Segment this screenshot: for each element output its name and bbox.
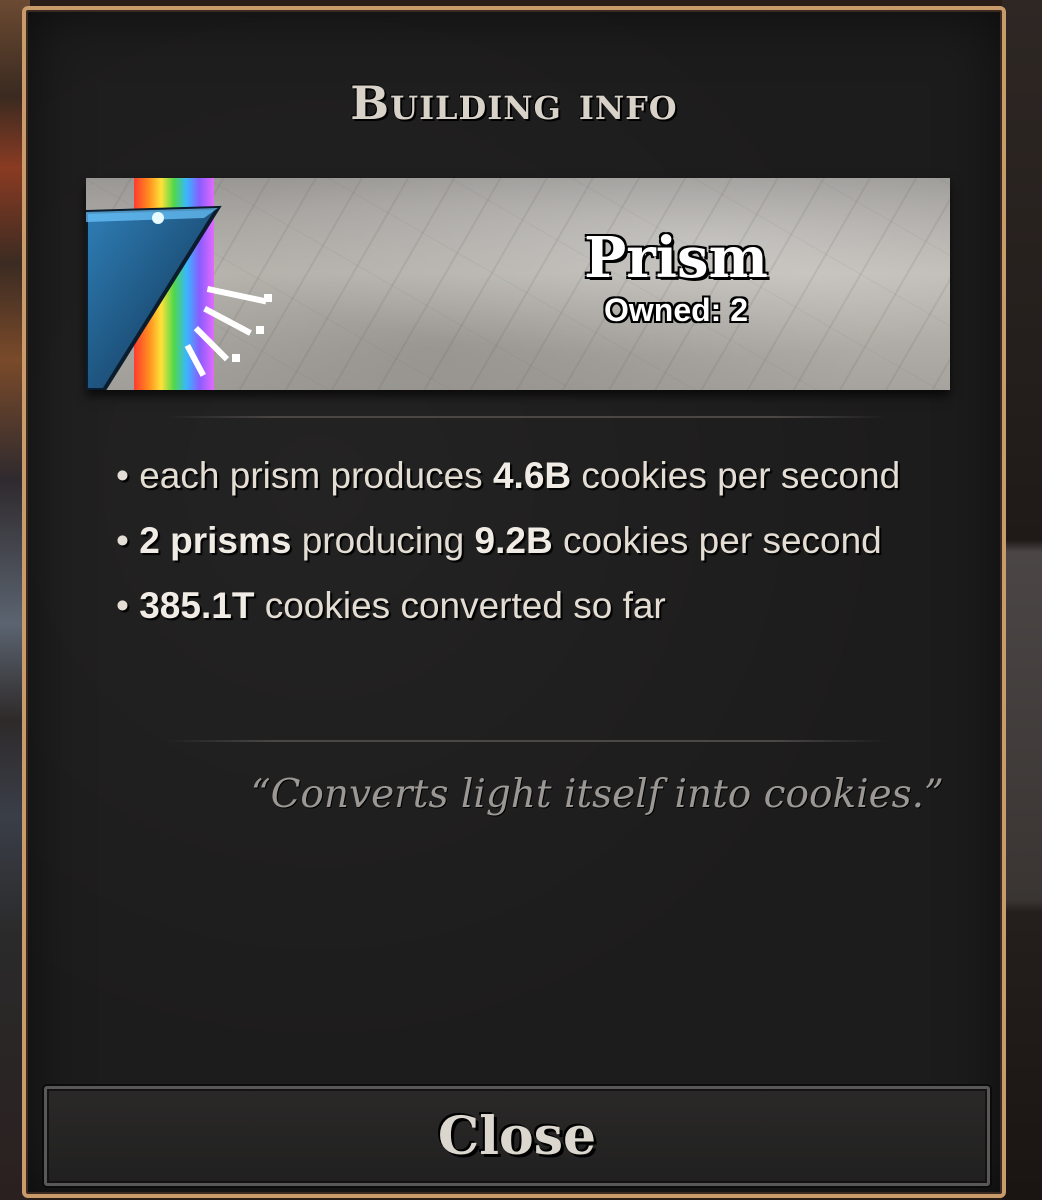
stat-text: each prism produces [139,455,493,496]
stat-per-building: • each prism produces 4.6B cookies per s… [116,455,901,496]
stat-text: cookies per second [571,455,901,496]
divider-bottom [166,740,886,742]
stat-text: cookies converted so far [254,585,666,626]
building-name-block: Prism Owned: 2 [506,226,846,329]
building-name: Prism [584,225,768,291]
stat-count: 2 prisms [139,520,292,561]
owned-count: Owned: 2 [603,292,748,328]
close-button[interactable]: Close [44,1086,990,1186]
stat-value: 385.1T [139,585,255,626]
dialog-title: Building info [350,76,678,130]
divider-top [166,416,886,418]
flavor-quote: “Converts light itself into cookies.” [250,772,944,817]
stat-text: producing [291,520,475,561]
stat-converted: • 385.1T cookies converted so far [116,585,666,626]
stat-total-production: • 2 prisms producing 9.2B cookies per se… [116,520,882,561]
game-background-right [1002,0,1042,1200]
building-info-dialog: Building info Prism Owned: 2 • each pris… [22,6,1006,1198]
stat-value: 9.2B [474,520,553,561]
stat-text: cookies per second [552,520,882,561]
close-button-label: Close [437,1105,597,1167]
prism-icon [86,178,272,390]
building-banner: Prism Owned: 2 [86,178,950,390]
building-stats: • each prism produces 4.6B cookies per s… [88,454,948,649]
stat-value: 4.6B [492,455,572,496]
